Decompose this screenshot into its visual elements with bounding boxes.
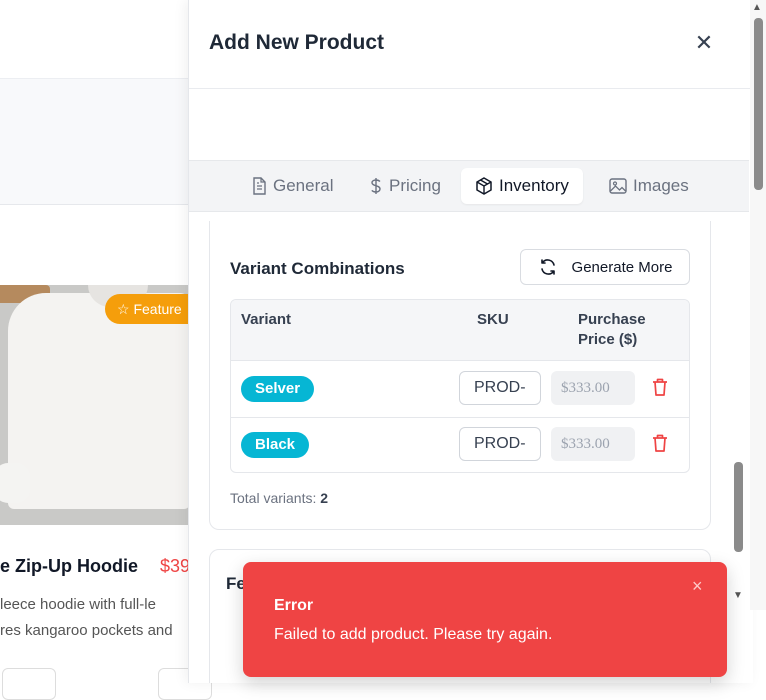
total-variants-label: Total variants: [230, 490, 317, 506]
tab-pricing[interactable]: Pricing [369, 168, 441, 204]
tab-general[interactable]: General [251, 168, 333, 204]
purchase-price-input[interactable]: $333.00 [551, 371, 635, 405]
background-header [0, 0, 190, 79]
product-card-desc-line2: res kangaroo pockets and [0, 622, 173, 639]
tab-pricing-label: Pricing [389, 176, 441, 195]
sku-input[interactable]: PROD- [459, 371, 541, 405]
refresh-icon [540, 259, 555, 275]
document-icon [253, 177, 266, 195]
total-variants-count: 2 [320, 490, 329, 506]
toast-message: Failed to add product. Please try again. [274, 626, 553, 643]
drawer-title: Add New Product [209, 31, 385, 54]
background-band [0, 79, 190, 205]
product-tabs: General Pricing Inventory Images [189, 160, 749, 212]
tab-images[interactable]: Images [609, 168, 689, 204]
close-icon[interactable]: × [692, 576, 703, 597]
variant-combinations-title: Variant Combinations [230, 259, 405, 278]
variants-table-header: Variant SKU Purchase Price ($) [231, 300, 689, 361]
image-icon [609, 178, 627, 194]
column-header-price-line2: Price ($) [578, 331, 638, 348]
star-icon: ☆ [117, 301, 130, 317]
total-variants: Total variants: 2 [230, 490, 328, 506]
product-card-title[interactable]: e Zip-Up Hoodie [0, 556, 138, 577]
error-toast: × Error Failed to add product. Please tr… [243, 562, 727, 677]
drawer-scrollbar-thumb[interactable] [734, 462, 743, 552]
table-row: Selver PROD- $333.00 [231, 361, 689, 418]
background-strip [0, 205, 190, 285]
sku-input[interactable]: PROD- [459, 427, 541, 461]
scroll-up-icon[interactable]: ▲ [752, 2, 762, 13]
table-row: Black PROD- $333.00 [231, 417, 689, 472]
column-header-variant: Variant [241, 311, 292, 328]
toast-title: Error [274, 597, 314, 614]
tab-images-label: Images [633, 176, 689, 195]
card-action-button[interactable] [2, 668, 56, 700]
tab-inventory-label: Inventory [499, 176, 569, 195]
trash-icon[interactable] [651, 433, 669, 453]
product-image-shoe [0, 463, 30, 503]
product-image-sweater [8, 293, 190, 509]
product-card-price: $39 [160, 556, 191, 576]
product-card-desc-line1: leece hoodie with full-le [0, 596, 156, 613]
purchase-price-input[interactable]: $333.00 [551, 427, 635, 461]
close-icon[interactable]: ✕ [689, 28, 719, 58]
variants-table: Variant SKU Purchase Price ($) Selver PR… [230, 299, 690, 473]
featured-badge-label: Feature [133, 301, 182, 317]
scroll-down-icon[interactable]: ▼ [733, 590, 743, 601]
drawer-header: Add New Product ✕ [189, 0, 753, 89]
box-icon [476, 177, 492, 195]
generate-more-label: Generate More [571, 258, 673, 276]
dollar-icon [371, 178, 381, 194]
tab-general-label: General [273, 176, 334, 195]
trash-icon[interactable] [651, 377, 669, 397]
column-header-price-line1: Purchase [578, 311, 646, 328]
page-scrollbar-thumb[interactable] [754, 18, 763, 190]
featured-badge: ☆ Feature [105, 294, 200, 324]
variant-pill: Black [241, 432, 310, 458]
tab-inventory[interactable]: Inventory [461, 168, 583, 204]
generate-more-button[interactable]: Generate More [520, 249, 690, 285]
variant-pill: Selver [241, 376, 315, 402]
column-header-sku: SKU [477, 311, 509, 328]
